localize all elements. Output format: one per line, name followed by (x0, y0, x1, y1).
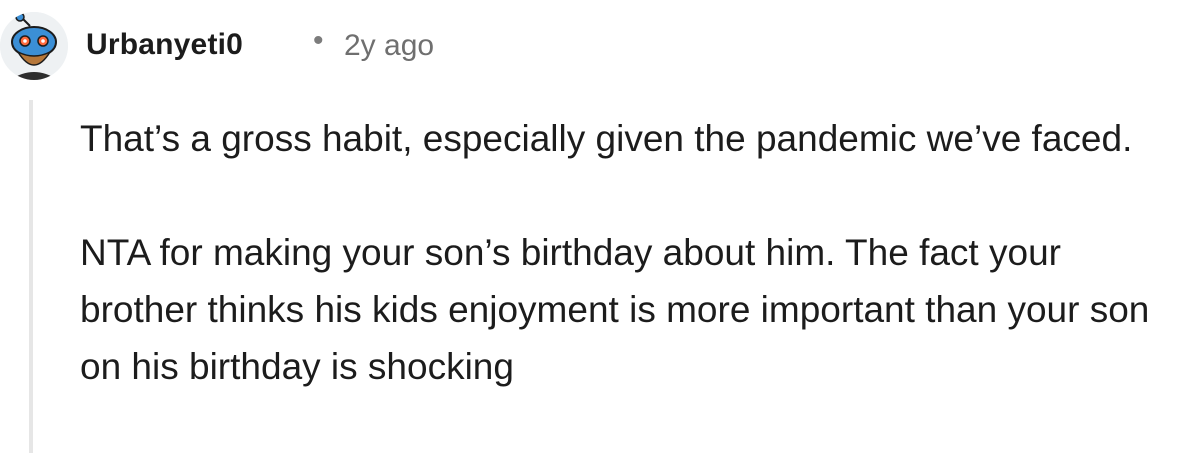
user-avatar-icon[interactable] (0, 12, 68, 80)
comment-timestamp: 2y ago (344, 29, 435, 62)
thread-line[interactable] (29, 100, 33, 453)
comment-body: That’s a gross habit, especially given t… (80, 110, 1170, 395)
comment-paragraph: That’s a gross habit, especially given t… (80, 118, 1133, 159)
snoo-avatar-icon (0, 12, 68, 80)
comment: Urbanyeti0 • 2y ago That’s a gross habit… (0, 0, 1178, 453)
comment-paragraph: NTA for making your son’s birthday about… (80, 232, 1150, 387)
meta-separator: • (313, 24, 324, 57)
comment-author[interactable]: Urbanyeti0 (86, 28, 243, 62)
